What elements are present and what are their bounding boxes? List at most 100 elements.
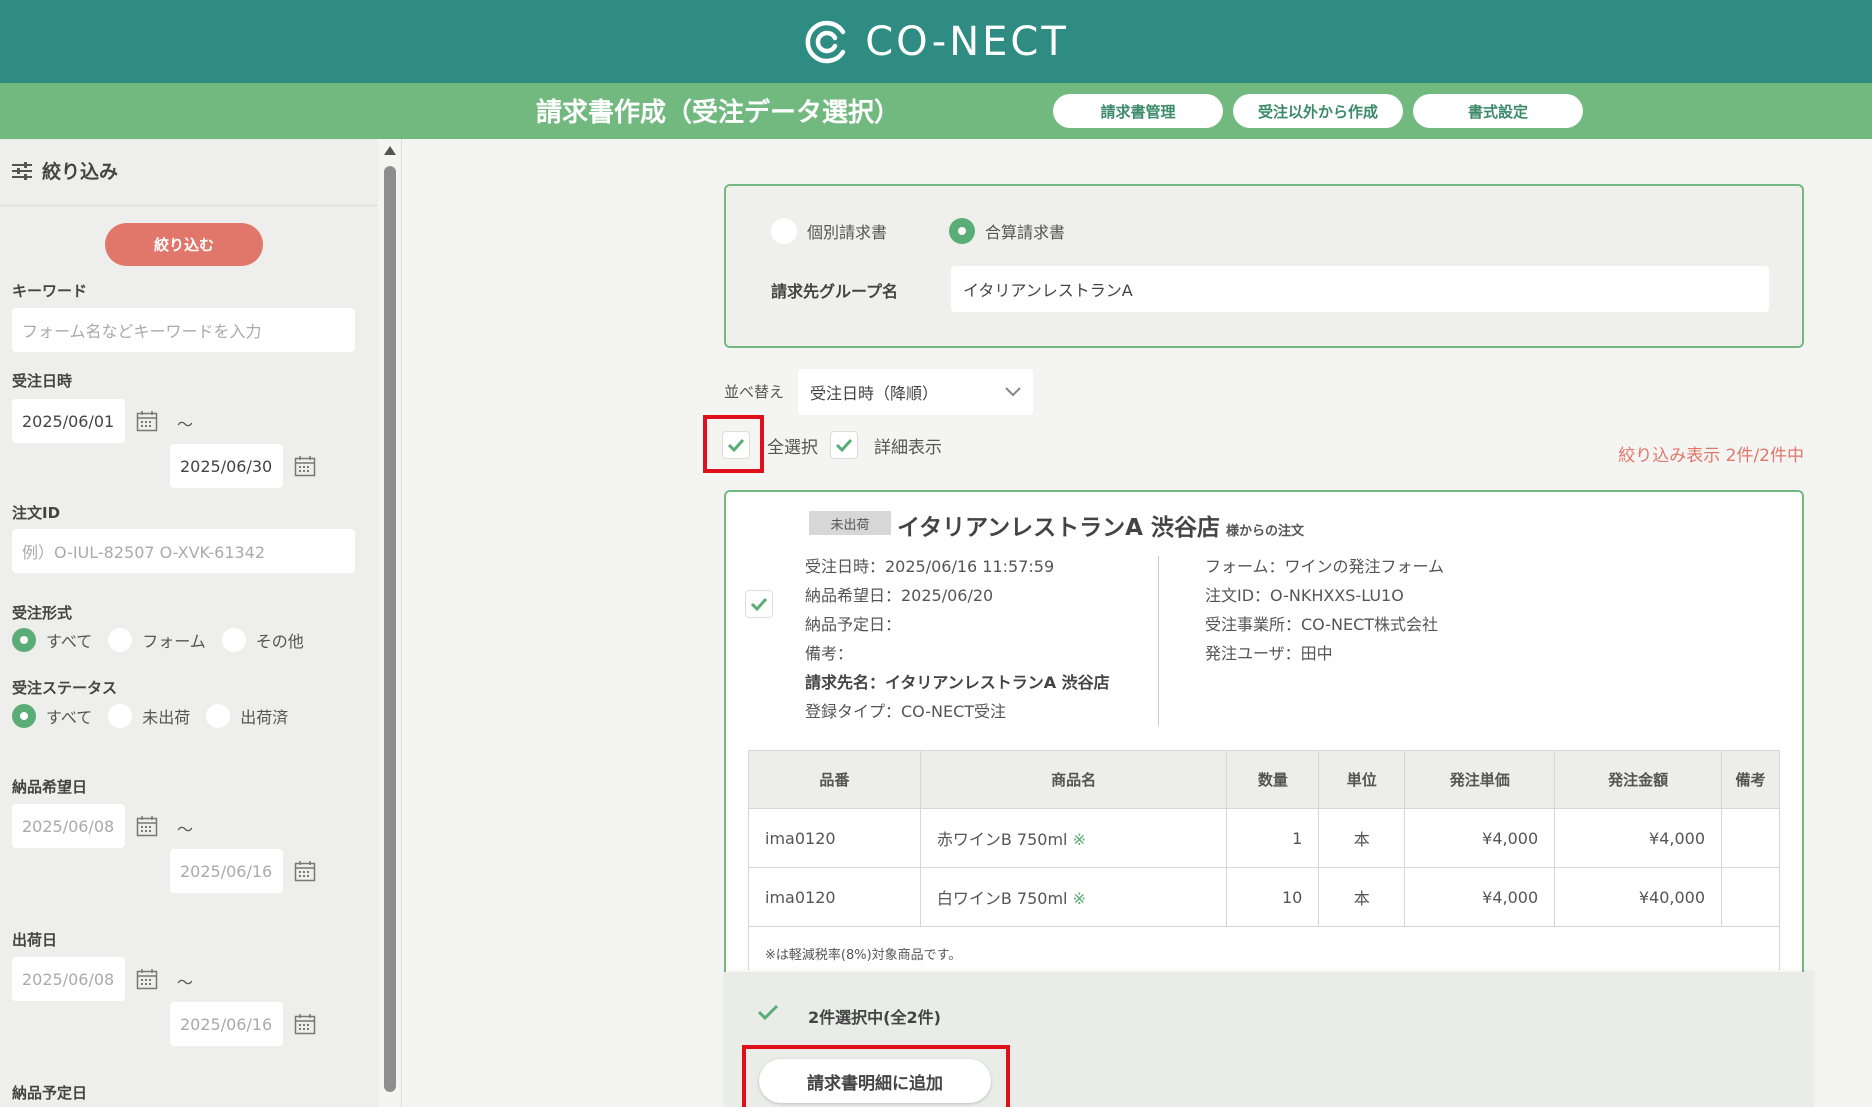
keyword-input[interactable]: フォーム名などキーワードを入力 bbox=[12, 308, 355, 352]
logo-icon bbox=[805, 20, 846, 63]
check-icon bbox=[750, 597, 768, 611]
radio-selected[interactable] bbox=[949, 218, 975, 244]
check-icon bbox=[835, 438, 853, 452]
detail-view-checkbox[interactable] bbox=[830, 431, 858, 459]
order-status-unshipped[interactable]: 未出荷 bbox=[108, 704, 190, 728]
billing-group-label: 請求先グループ名 bbox=[771, 282, 899, 301]
filter-sidebar: 絞り込み 絞り込む キーワード フォーム名などキーワードを入力 受注日時 202… bbox=[0, 139, 378, 1107]
range-tilde: ～ bbox=[177, 820, 194, 839]
billing-name: 請求先名：イタリアンレストランA 渋谷店 bbox=[805, 673, 1110, 692]
radio[interactable] bbox=[108, 704, 133, 728]
scroll-thumb[interactable] bbox=[384, 166, 396, 1092]
filter-title: 絞り込み bbox=[12, 157, 118, 184]
radio[interactable] bbox=[221, 628, 246, 652]
combined-invoice-option[interactable]: 合算請求書 bbox=[949, 218, 1065, 244]
order-office: 受注事業所：CO-NECT株式会社 bbox=[1205, 615, 1439, 634]
scroll-up-arrow[interactable] bbox=[384, 146, 396, 155]
order-info-left: 受注日時：2025/06/16 11:57:59 納品希望日：2025/06/2… bbox=[805, 552, 1110, 726]
order-user: 発注ユーザ：田中 bbox=[1205, 644, 1333, 663]
order-datetime: 受注日時：2025/06/16 11:57:59 bbox=[805, 557, 1055, 576]
ship-date-label: 出荷日 bbox=[12, 931, 58, 949]
cell-quantity: 10 bbox=[1226, 867, 1320, 927]
cell-product-name: 赤ワインB 750ml ※ bbox=[919, 808, 1228, 868]
check-icon bbox=[727, 438, 745, 452]
order-status-all[interactable]: すべて bbox=[12, 704, 92, 728]
create-from-non-order-button[interactable]: 受注以外から作成 bbox=[1233, 94, 1403, 128]
format-settings-button[interactable]: 書式設定 bbox=[1413, 94, 1583, 128]
cell-quantity: 1 bbox=[1226, 808, 1320, 868]
order-id: 注文ID：O-NKHXXS-LU1O bbox=[1205, 586, 1404, 605]
col-remarks: 備考 bbox=[1721, 750, 1780, 809]
divider bbox=[0, 205, 378, 206]
cell-amount: ¥40,000 bbox=[1554, 867, 1722, 927]
radio-selected[interactable] bbox=[12, 704, 36, 728]
col-unit: 単位 bbox=[1318, 750, 1406, 809]
order-date-from-input[interactable]: 2025/06/01 bbox=[12, 399, 125, 443]
order-type-other[interactable]: その他 bbox=[221, 628, 304, 652]
order-status-shipped[interactable]: 出荷済 bbox=[206, 704, 288, 728]
order-type-form[interactable]: フォーム bbox=[108, 628, 206, 652]
sort-select[interactable]: 受注日時（降順） bbox=[798, 369, 1033, 415]
calendar-icon[interactable] bbox=[294, 1013, 316, 1035]
desired-delivery: 納品希望日：2025/06/20 bbox=[805, 586, 994, 605]
cell-unit-price: ¥4,000 bbox=[1404, 808, 1556, 868]
ship-date-from-input[interactable]: 2025/06/08 bbox=[12, 957, 125, 1001]
selected-count: 2件選択中(全2件) bbox=[808, 1008, 941, 1027]
filter-sliders-icon bbox=[12, 161, 32, 180]
top-header: CO-NECT bbox=[0, 0, 1872, 83]
order-date-to-input[interactable]: 2025/06/30 bbox=[170, 444, 283, 488]
order-type-radios: すべて フォーム その他 bbox=[12, 628, 320, 652]
table-header-row: 品番 商品名 数量 単位 発注単価 発注金額 備考 bbox=[748, 750, 1780, 809]
cell-remarks bbox=[1721, 867, 1780, 927]
order-type-all[interactable]: すべて bbox=[12, 628, 92, 652]
order-date-label: 受注日時 bbox=[12, 372, 73, 390]
calendar-icon[interactable] bbox=[136, 410, 158, 432]
page-title: 請求書作成（受注データ選択） bbox=[536, 98, 901, 128]
sub-header bbox=[0, 83, 1872, 139]
order-id-label: 注文ID bbox=[12, 504, 61, 522]
individual-invoice-option[interactable]: 個別請求書 bbox=[771, 218, 887, 244]
logo-text: CO-NECT bbox=[865, 18, 1069, 65]
col-quantity: 数量 bbox=[1226, 750, 1320, 809]
order-id-input[interactable]: 例）O-IUL-82507 O-XVK-61342 bbox=[12, 529, 355, 573]
radio-selected[interactable] bbox=[12, 628, 36, 652]
cell-item-code: ima0120 bbox=[748, 867, 921, 927]
add-to-invoice-details-button[interactable]: 請求書明細に追加 bbox=[759, 1059, 991, 1103]
order-type-label: 受注形式 bbox=[12, 604, 73, 622]
chevron-down-icon bbox=[1005, 387, 1021, 397]
planned-delivery: 納品予定日： bbox=[805, 615, 902, 634]
remarks: 備考： bbox=[805, 644, 854, 663]
form-name: フォーム：ワインの発注フォーム bbox=[1205, 557, 1445, 576]
select-all-label: 全選択 bbox=[767, 438, 818, 458]
billing-group-input[interactable]: イタリアンレストランA bbox=[951, 266, 1769, 312]
order-items-table: 品番 商品名 数量 単位 発注単価 発注金額 備考 ima0120 赤ワインB … bbox=[748, 750, 1780, 927]
sort-label: 並べ替え bbox=[724, 383, 785, 401]
cell-unit: 本 bbox=[1318, 867, 1406, 927]
cell-unit: 本 bbox=[1318, 808, 1406, 868]
calendar-icon[interactable] bbox=[136, 968, 158, 990]
calendar-icon[interactable] bbox=[136, 815, 158, 837]
select-all-checkbox[interactable] bbox=[722, 431, 750, 459]
cell-product-name: 白ワインB 750ml ※ bbox=[919, 867, 1228, 927]
calendar-icon[interactable] bbox=[294, 455, 316, 477]
logo[interactable]: CO-NECT bbox=[803, 18, 1069, 66]
check-icon bbox=[757, 1004, 779, 1020]
cell-item-code: ima0120 bbox=[748, 808, 921, 868]
ship-date-to-input[interactable]: 2025/06/16 bbox=[170, 1002, 283, 1046]
desired-delivery-from-input[interactable]: 2025/06/08 bbox=[12, 804, 125, 848]
table-row: ima0120 白ワインB 750ml ※ 10 本 ¥4,000 ¥40,00… bbox=[748, 867, 1780, 927]
cell-unit-price: ¥4,000 bbox=[1404, 867, 1556, 927]
apply-filter-button[interactable]: 絞り込む bbox=[105, 223, 263, 266]
radio[interactable] bbox=[108, 628, 133, 652]
col-unit-price: 発注単価 bbox=[1404, 750, 1556, 809]
status-badge: 未出荷 bbox=[809, 511, 891, 535]
invoice-management-button[interactable]: 請求書管理 bbox=[1053, 94, 1223, 128]
radio[interactable] bbox=[771, 218, 797, 244]
radio[interactable] bbox=[206, 704, 231, 728]
desired-delivery-to-input[interactable]: 2025/06/16 bbox=[170, 849, 283, 893]
calendar-icon[interactable] bbox=[294, 860, 316, 882]
reduced-tax-note: ※は軽減税率(8%)対象商品です。 bbox=[748, 926, 1780, 970]
col-amount: 発注金額 bbox=[1554, 750, 1722, 809]
order-checkbox[interactable] bbox=[745, 590, 773, 618]
col-item-code: 品番 bbox=[748, 750, 921, 809]
